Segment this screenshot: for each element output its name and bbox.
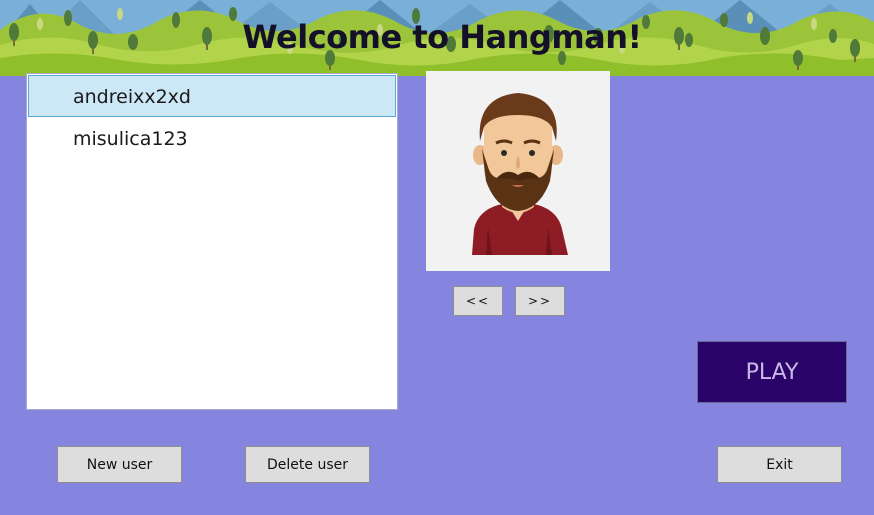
- user-list-item[interactable]: misulica123: [28, 117, 396, 159]
- bearded-man-avatar-icon: [426, 71, 610, 271]
- page-title: Welcome to Hangman!: [242, 18, 642, 56]
- new-user-button[interactable]: New user: [57, 446, 182, 483]
- next-avatar-button[interactable]: >>: [515, 286, 565, 316]
- exit-button[interactable]: Exit: [717, 446, 842, 483]
- previous-avatar-button[interactable]: <<: [453, 286, 503, 316]
- avatar-image: [426, 71, 610, 271]
- play-button[interactable]: PLAY: [697, 341, 847, 403]
- delete-user-button[interactable]: Delete user: [245, 446, 370, 483]
- user-list[interactable]: andreixx2xd misulica123: [26, 73, 398, 410]
- user-list-item[interactable]: andreixx2xd: [28, 75, 396, 117]
